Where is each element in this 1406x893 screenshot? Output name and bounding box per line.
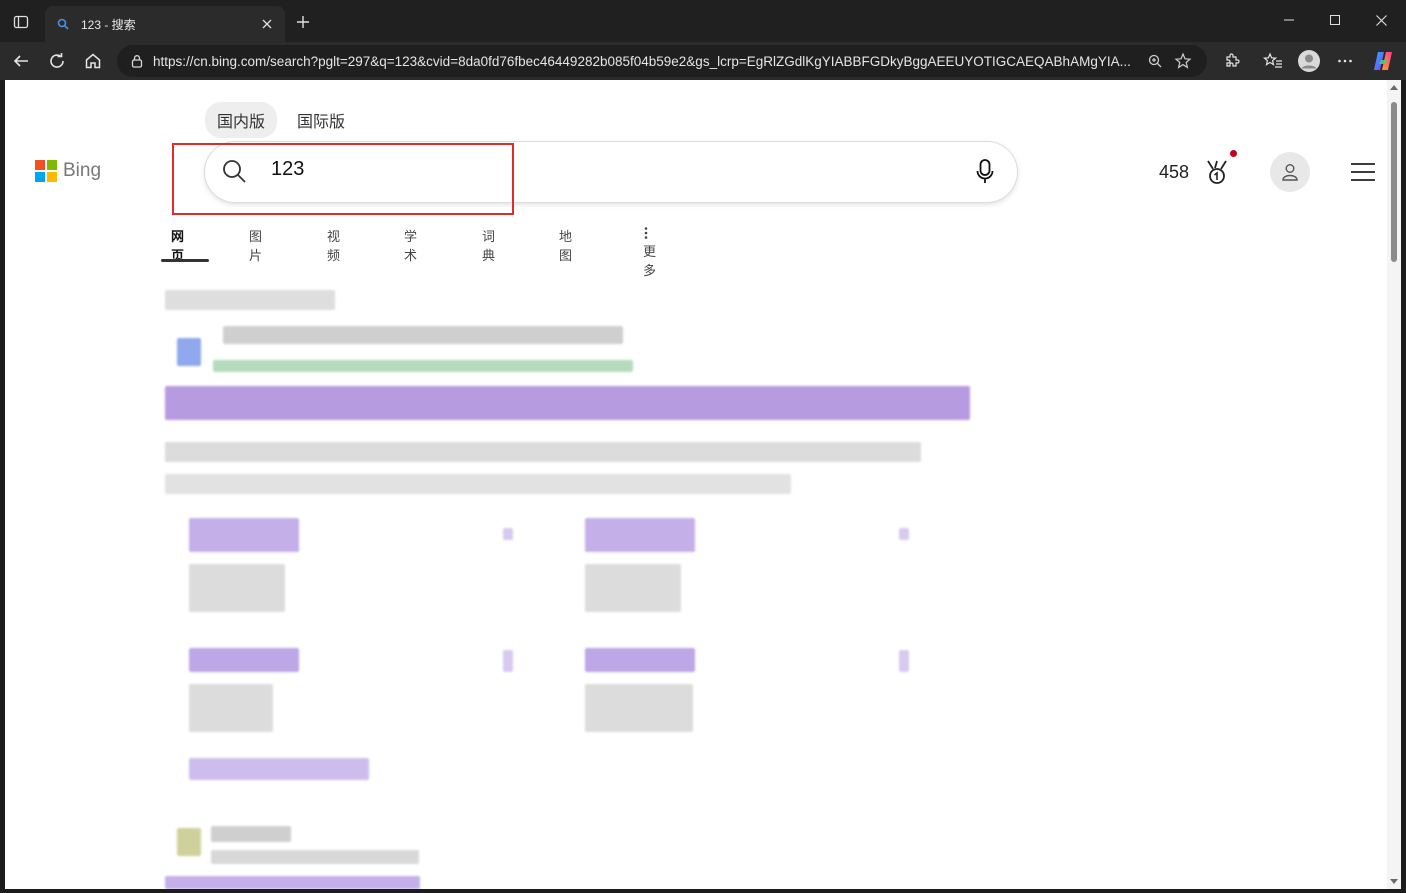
highlight-box <box>172 143 514 215</box>
puzzle-icon[interactable] <box>1218 47 1246 75</box>
tab-maps[interactable]: 地图 <box>559 226 572 264</box>
market-international[interactable]: 国际版 <box>285 102 357 138</box>
rewards-medal-icon[interactable] <box>1203 150 1238 186</box>
refresh-icon[interactable] <box>43 47 71 75</box>
rewards[interactable]: 458 <box>1159 150 1238 186</box>
plus-icon[interactable] <box>290 10 316 34</box>
title-bar: 123 - 搜索 <box>0 0 1406 42</box>
sitelink-title-redacted[interactable] <box>189 518 299 552</box>
close-icon[interactable] <box>259 16 275 32</box>
maximize-icon[interactable] <box>1312 4 1358 36</box>
tab-more[interactable]: 更多 <box>643 226 656 279</box>
result-url-redacted <box>211 850 419 864</box>
sitelink-marker-redacted <box>503 650 513 672</box>
sitelink-title-redacted[interactable] <box>585 648 695 672</box>
sitelink-marker-redacted <box>503 528 513 540</box>
notification-dot <box>1230 150 1238 157</box>
tab-title: 123 - 搜索 <box>81 17 136 32</box>
scroll-up-icon[interactable] <box>1390 84 1398 92</box>
tab-academic[interactable]: 学术 <box>404 226 417 264</box>
lock-icon[interactable] <box>127 51 147 71</box>
sitelink-title-redacted[interactable] <box>585 518 695 552</box>
result-favicon-redacted <box>177 828 201 856</box>
result-site-name-redacted <box>223 326 623 344</box>
scrollbar-thumb[interactable] <box>1391 102 1397 262</box>
hamburger-menu-icon[interactable] <box>1349 160 1377 184</box>
rewards-count: 458 <box>1159 161 1190 182</box>
market-domestic[interactable]: 国内版 <box>205 102 278 138</box>
sitelink-desc-redacted <box>585 564 681 612</box>
result-title-redacted[interactable] <box>165 876 420 889</box>
zoom-icon[interactable] <box>1141 47 1169 75</box>
more-vertical-icon <box>644 227 648 239</box>
sitelink-marker-redacted <box>899 650 909 672</box>
microsoft-logo-icon <box>35 160 57 182</box>
result-site-name-redacted <box>211 826 291 842</box>
address-bar[interactable]: https://cn.bing.com/search?pglt=297&q=12… <box>117 45 1207 77</box>
microphone-icon[interactable] <box>973 158 997 191</box>
browser-tab[interactable]: 123 - 搜索 <box>45 6 285 42</box>
copilot-icon[interactable] <box>1369 47 1397 75</box>
user-icon <box>1282 164 1298 181</box>
more-results-link-redacted[interactable] <box>189 758 369 780</box>
result-favicon-redacted <box>177 338 201 366</box>
sitelink-desc-redacted <box>585 684 693 732</box>
page-scrollbar[interactable] <box>1387 80 1401 889</box>
sitelink-title-redacted[interactable] <box>189 648 299 672</box>
market-switch: 国内版 国际版 <box>205 102 357 138</box>
tab-actions-icon[interactable] <box>8 10 34 34</box>
result-snippet-redacted <box>165 442 921 462</box>
account-avatar[interactable] <box>1270 152 1310 192</box>
browser-toolbar: https://cn.bing.com/search?pglt=297&q=12… <box>0 42 1406 80</box>
favorites-list-icon[interactable] <box>1259 47 1287 75</box>
more-icon[interactable] <box>1331 47 1359 75</box>
minimize-icon[interactable] <box>1266 4 1312 36</box>
profile-icon[interactable] <box>1295 47 1323 75</box>
tab-videos[interactable]: 视频 <box>327 226 340 264</box>
result-snippet-redacted <box>165 474 791 494</box>
bing-logo[interactable]: Bing <box>35 160 101 182</box>
results-count-redacted <box>165 290 335 310</box>
result-title-redacted[interactable] <box>165 386 970 420</box>
url-text[interactable]: https://cn.bing.com/search?pglt=297&q=12… <box>153 54 1141 69</box>
window-close-icon[interactable] <box>1358 4 1404 36</box>
sitelink-marker-redacted <box>899 528 909 540</box>
logo-text: Bing <box>63 160 102 181</box>
result-url-redacted <box>213 360 633 372</box>
active-tab-indicator <box>161 259 209 262</box>
sitelink-desc-redacted <box>189 684 273 732</box>
search-favicon-icon <box>55 16 71 32</box>
tab-dictionary[interactable]: 词典 <box>482 226 495 264</box>
tab-images[interactable]: 图片 <box>249 226 262 264</box>
star-icon[interactable] <box>1169 47 1197 75</box>
home-icon[interactable] <box>79 47 107 75</box>
scroll-down-icon[interactable] <box>1390 877 1398 885</box>
sitelink-desc-redacted <box>189 564 285 612</box>
page-viewport: 国内版 国际版 Bing 123 458 网页 图片 视频 学术 词典 地图 更… <box>5 80 1401 889</box>
back-arrow-icon[interactable] <box>7 47 35 75</box>
